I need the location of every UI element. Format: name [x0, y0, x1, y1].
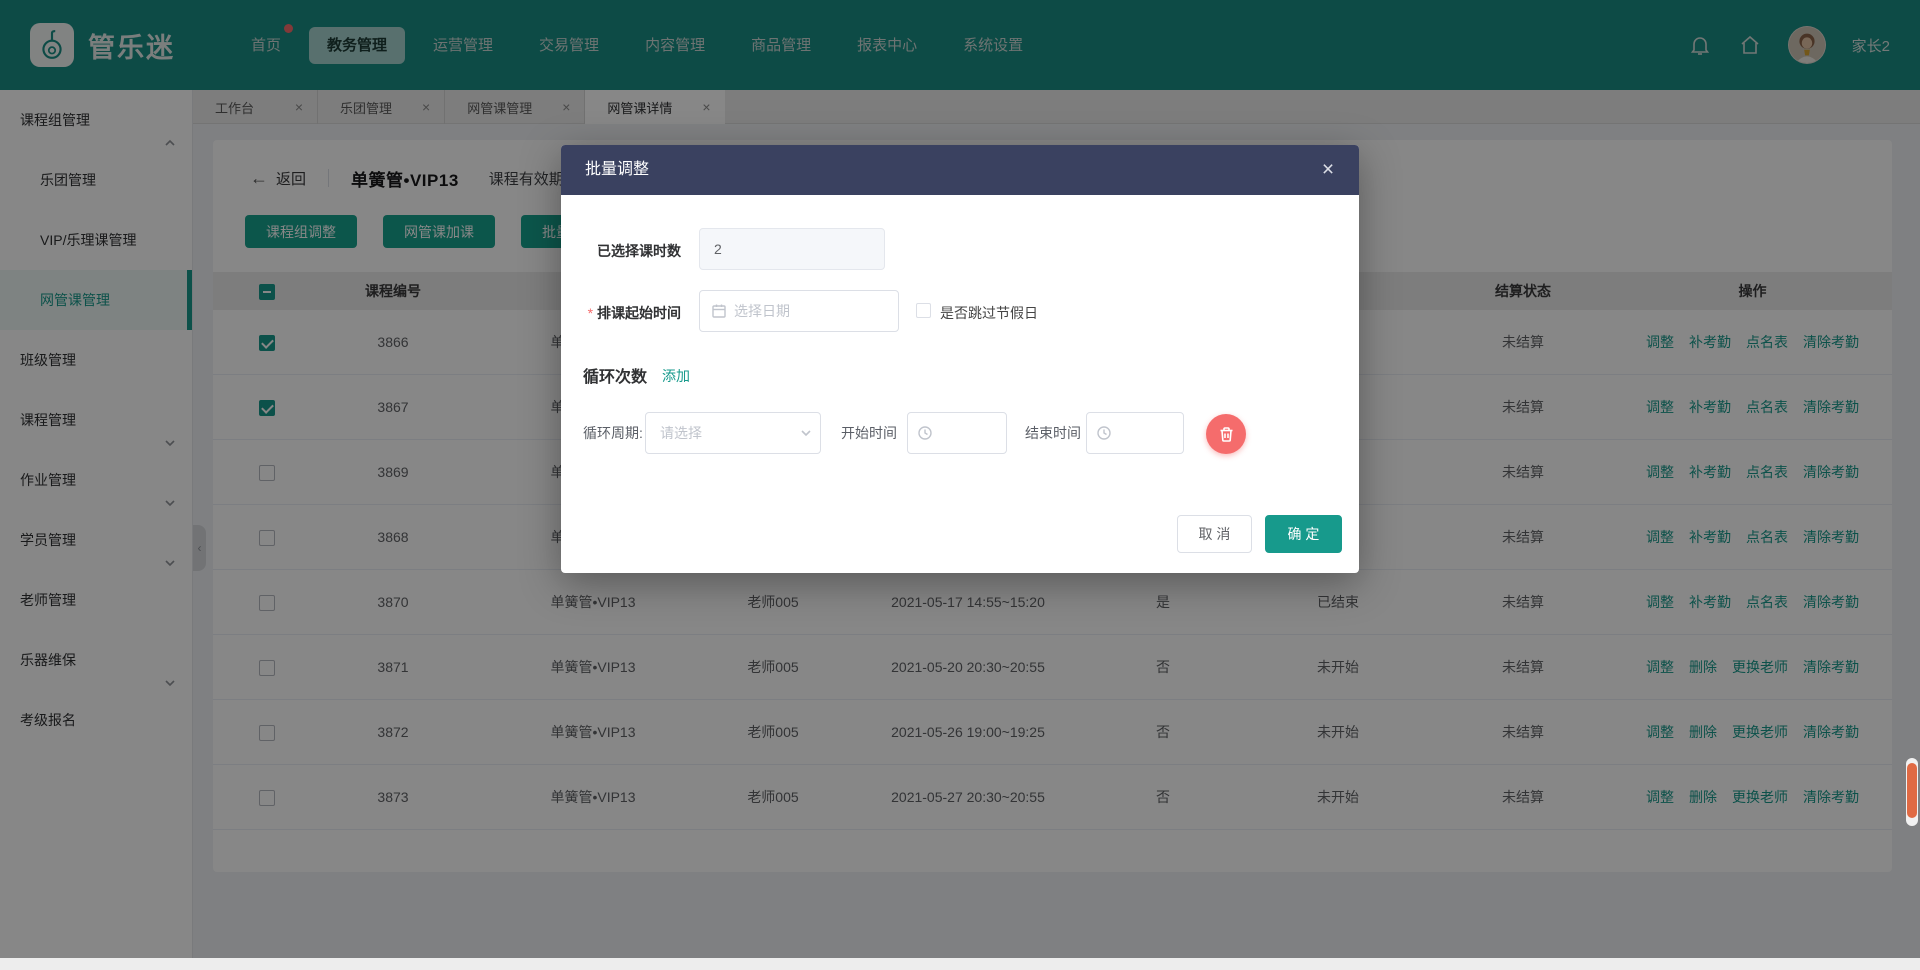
- clock-icon: [917, 425, 933, 441]
- horizontal-scrollbar[interactable]: [0, 958, 1920, 970]
- chevron-down-icon: [799, 426, 813, 440]
- add-cycle-link[interactable]: 添加: [662, 366, 690, 386]
- selected-hours-input[interactable]: [699, 228, 885, 270]
- delete-cycle-button[interactable]: [1206, 414, 1246, 454]
- clock-icon: [1096, 425, 1112, 441]
- cycle-count-title: 循环次数: [583, 363, 647, 387]
- cycle-period-select[interactable]: [645, 412, 821, 454]
- cancel-button[interactable]: 取 消: [1177, 515, 1252, 553]
- app-root: 管乐迷 首页 教务管理 运营管理 交易管理 内容管理 商品管理 报表中心 系统设…: [0, 0, 1920, 970]
- vertical-scrollbar-thumb[interactable]: [1907, 763, 1917, 818]
- batch-adjust-dialog: 批量调整 × 已选择课时数 排课起始时间 是否跳过节假日 循环次数 添加 循环周…: [561, 145, 1359, 573]
- close-icon[interactable]: ×: [1315, 157, 1341, 183]
- dialog-header: 批量调整 ×: [561, 145, 1359, 195]
- dialog-title: 批量调整: [585, 145, 649, 195]
- schedule-date-input[interactable]: [699, 290, 899, 332]
- skip-holiday-checkbox[interactable]: [916, 303, 931, 318]
- trash-icon: [1218, 426, 1235, 443]
- calendar-icon: [711, 303, 727, 319]
- skip-holiday-label: 是否跳过节假日: [940, 303, 1038, 323]
- schedule-start-label: 排课起始时间: [561, 303, 681, 323]
- cycle-period-label: 循环周期:: [583, 412, 643, 454]
- start-time-label: 开始时间: [841, 412, 897, 454]
- selected-hours-label: 已选择课时数: [561, 241, 681, 261]
- end-time-label: 结束时间: [1025, 412, 1081, 454]
- confirm-button[interactable]: 确 定: [1265, 515, 1342, 553]
